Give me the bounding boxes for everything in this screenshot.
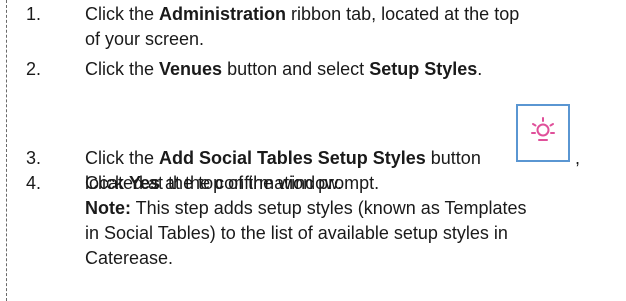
step-text: Click Yes at the confirmation prompt. No… — [85, 171, 606, 271]
step-number: 1. — [26, 4, 42, 24]
step-number: 4. — [26, 173, 42, 193]
ui-term-venues: Venues — [159, 59, 223, 79]
ui-term-administration: Administration — [159, 4, 287, 24]
ui-term-yes: Yes — [129, 173, 161, 193]
step-text: Click the Administration ribbon tab, loc… — [85, 4, 520, 49]
step-text: Click the Venues button and select Setup… — [85, 59, 483, 79]
sun-icon — [531, 117, 555, 141]
ui-term-add-social-tables-setup-styles: Add Social Tables Setup Styles — [159, 148, 426, 168]
steps-list: 1. Click the Administration ribbon tab, … — [0, 0, 626, 301]
step-number: 3. — [26, 148, 42, 168]
add-social-tables-setup-styles-button-image — [516, 104, 570, 162]
step-number: 2. — [26, 59, 42, 79]
note-line: Caterease. — [85, 248, 174, 268]
ui-term-setup-styles: Setup Styles — [369, 59, 478, 79]
note-line: Note: This step adds setup styles (known… — [85, 198, 527, 218]
note-line: in Social Tables) to the list of availab… — [85, 223, 508, 243]
note-label: Note: — [85, 198, 131, 218]
